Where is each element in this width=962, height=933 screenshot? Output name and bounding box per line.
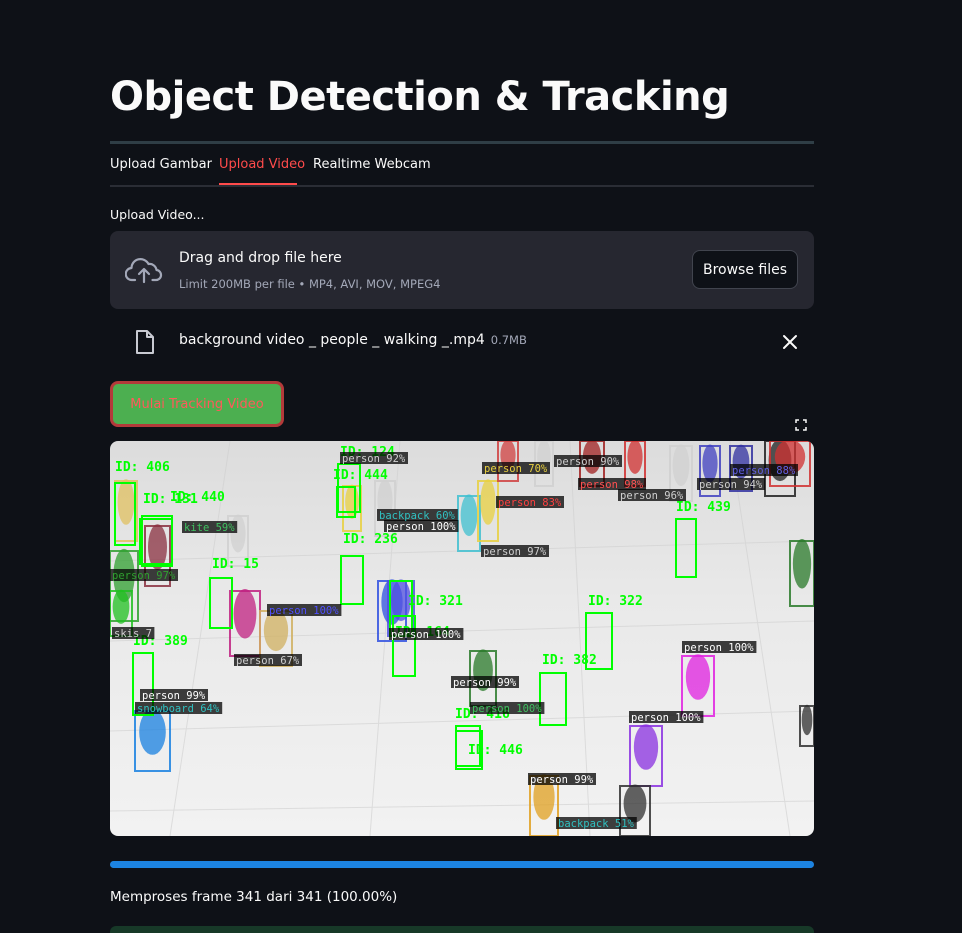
uploaded-file: background video _ people _ walking _.mp… [110, 322, 814, 362]
tracked-person-mark [672, 444, 690, 487]
tracker-id-label: ID: 322 [588, 594, 643, 609]
detection-label: person 90% [556, 456, 620, 468]
tracker-id-label: ID: 406 [115, 460, 170, 475]
detection-label: person 99% [453, 677, 517, 689]
detection-label: person 97% [112, 570, 176, 582]
cloud-upload-icon [125, 258, 163, 284]
tracked-person-mark [112, 589, 130, 624]
detection-label: person 99% [530, 774, 594, 786]
detection-label: person 100% [269, 605, 339, 617]
tab-realtime-webcam[interactable]: Realtime Webcam [313, 157, 431, 172]
detection-label: skis 7 [114, 628, 152, 640]
tracker-id-label: ID: 15 [212, 557, 259, 572]
progress-bar [110, 861, 814, 868]
tab-upload-gambar[interactable]: Upload Gambar [110, 157, 212, 172]
tracker-id-box [539, 672, 567, 726]
dropzone-limits: Limit 200MB per file • MP4, AVI, MOV, MP… [179, 277, 441, 291]
tracked-person-mark [148, 524, 167, 570]
tracked-person-mark [460, 494, 478, 537]
page-title: Object Detection & Tracking [110, 74, 730, 120]
file-icon [136, 330, 154, 354]
tracked-person-mark [685, 654, 711, 700]
browse-files-button[interactable]: Browse files [692, 250, 798, 289]
tracker-id-label: ID: 131 [143, 492, 198, 507]
detection-label: person 100% [631, 712, 701, 724]
detection-label: person 67% [236, 655, 300, 667]
detection-label: person 83% [498, 497, 562, 509]
processing-status: Memproses frame 341 dari 341 (100.00%) [110, 889, 398, 905]
detection-label: person 100% [391, 629, 461, 641]
tracked-person-mark [139, 709, 166, 755]
video-overlay: ID: 406ID: 124ID: 444ID: 440ID: 131ID: 2… [110, 441, 814, 836]
file-name: background video _ people _ walking _.mp… [179, 332, 485, 348]
progress-fill [110, 861, 814, 868]
tab-bar: Upload Gambar Upload Video Realtime Webc… [110, 148, 814, 187]
success-alert [110, 926, 814, 933]
tracker-id-label: ID: 382 [542, 653, 597, 668]
detection-label: person 70% [484, 463, 548, 475]
tracker-id-label: ID: 446 [468, 743, 523, 758]
detection-label: person 94% [699, 479, 763, 491]
tracked-person-mark [480, 479, 496, 525]
detection-label: person 100% [386, 521, 456, 533]
detection-label: person 99% [142, 690, 206, 702]
detection-label: person 97% [483, 546, 547, 558]
tracked-person-mark [801, 704, 813, 736]
detection-label: backpack 60% [379, 510, 456, 522]
dropzone-title: Drag and drop file here [179, 250, 342, 266]
tracker-id-box [340, 555, 364, 605]
detection-label: person 100% [472, 703, 542, 715]
tracker-id-label: ID: 439 [676, 500, 731, 515]
tracked-person-mark [702, 444, 718, 483]
active-tab-indicator [219, 183, 297, 185]
upload-label: Upload Video... [110, 207, 205, 222]
tracker-id-box [209, 577, 233, 629]
tracker-id-label: ID: 444 [333, 468, 388, 483]
detection-label: person 88% [732, 465, 796, 477]
detection-label: kite 59% [184, 522, 235, 534]
tracked-person-mark [117, 479, 135, 525]
file-dropzone[interactable]: Drag and drop file here Limit 200MB per … [110, 231, 814, 309]
fullscreen-icon[interactable] [790, 414, 812, 436]
close-icon[interactable] [778, 330, 802, 354]
detection-label: person 92% [342, 453, 406, 465]
detection-label: person 100% [684, 642, 754, 654]
detection-label: backpack 51% [558, 818, 635, 830]
start-tracking-button[interactable]: Mulai Tracking Video [110, 381, 284, 427]
tab-upload-video[interactable]: Upload Video [219, 157, 305, 172]
tracker-id-box [675, 518, 697, 578]
tracker-id-label: ID: 321 [408, 594, 463, 609]
detection-label: snowboard 64% [137, 703, 220, 715]
tracked-person-mark [233, 589, 257, 639]
tracked-person-mark [627, 441, 643, 474]
file-name-group: background video _ people _ walking _.mp… [179, 332, 527, 348]
file-size: 0.7MB [490, 333, 527, 347]
tracked-person-mark [633, 724, 659, 770]
title-divider [110, 141, 814, 144]
tracking-video-frame[interactable]: ID: 406ID: 124ID: 444ID: 440ID: 131ID: 2… [110, 441, 814, 836]
tracked-person-mark [792, 539, 812, 589]
detection-label: person 96% [620, 490, 684, 502]
tracker-id-label: ID: 236 [343, 532, 398, 547]
tracked-person-mark [345, 484, 359, 519]
tracked-person-mark [623, 784, 647, 823]
